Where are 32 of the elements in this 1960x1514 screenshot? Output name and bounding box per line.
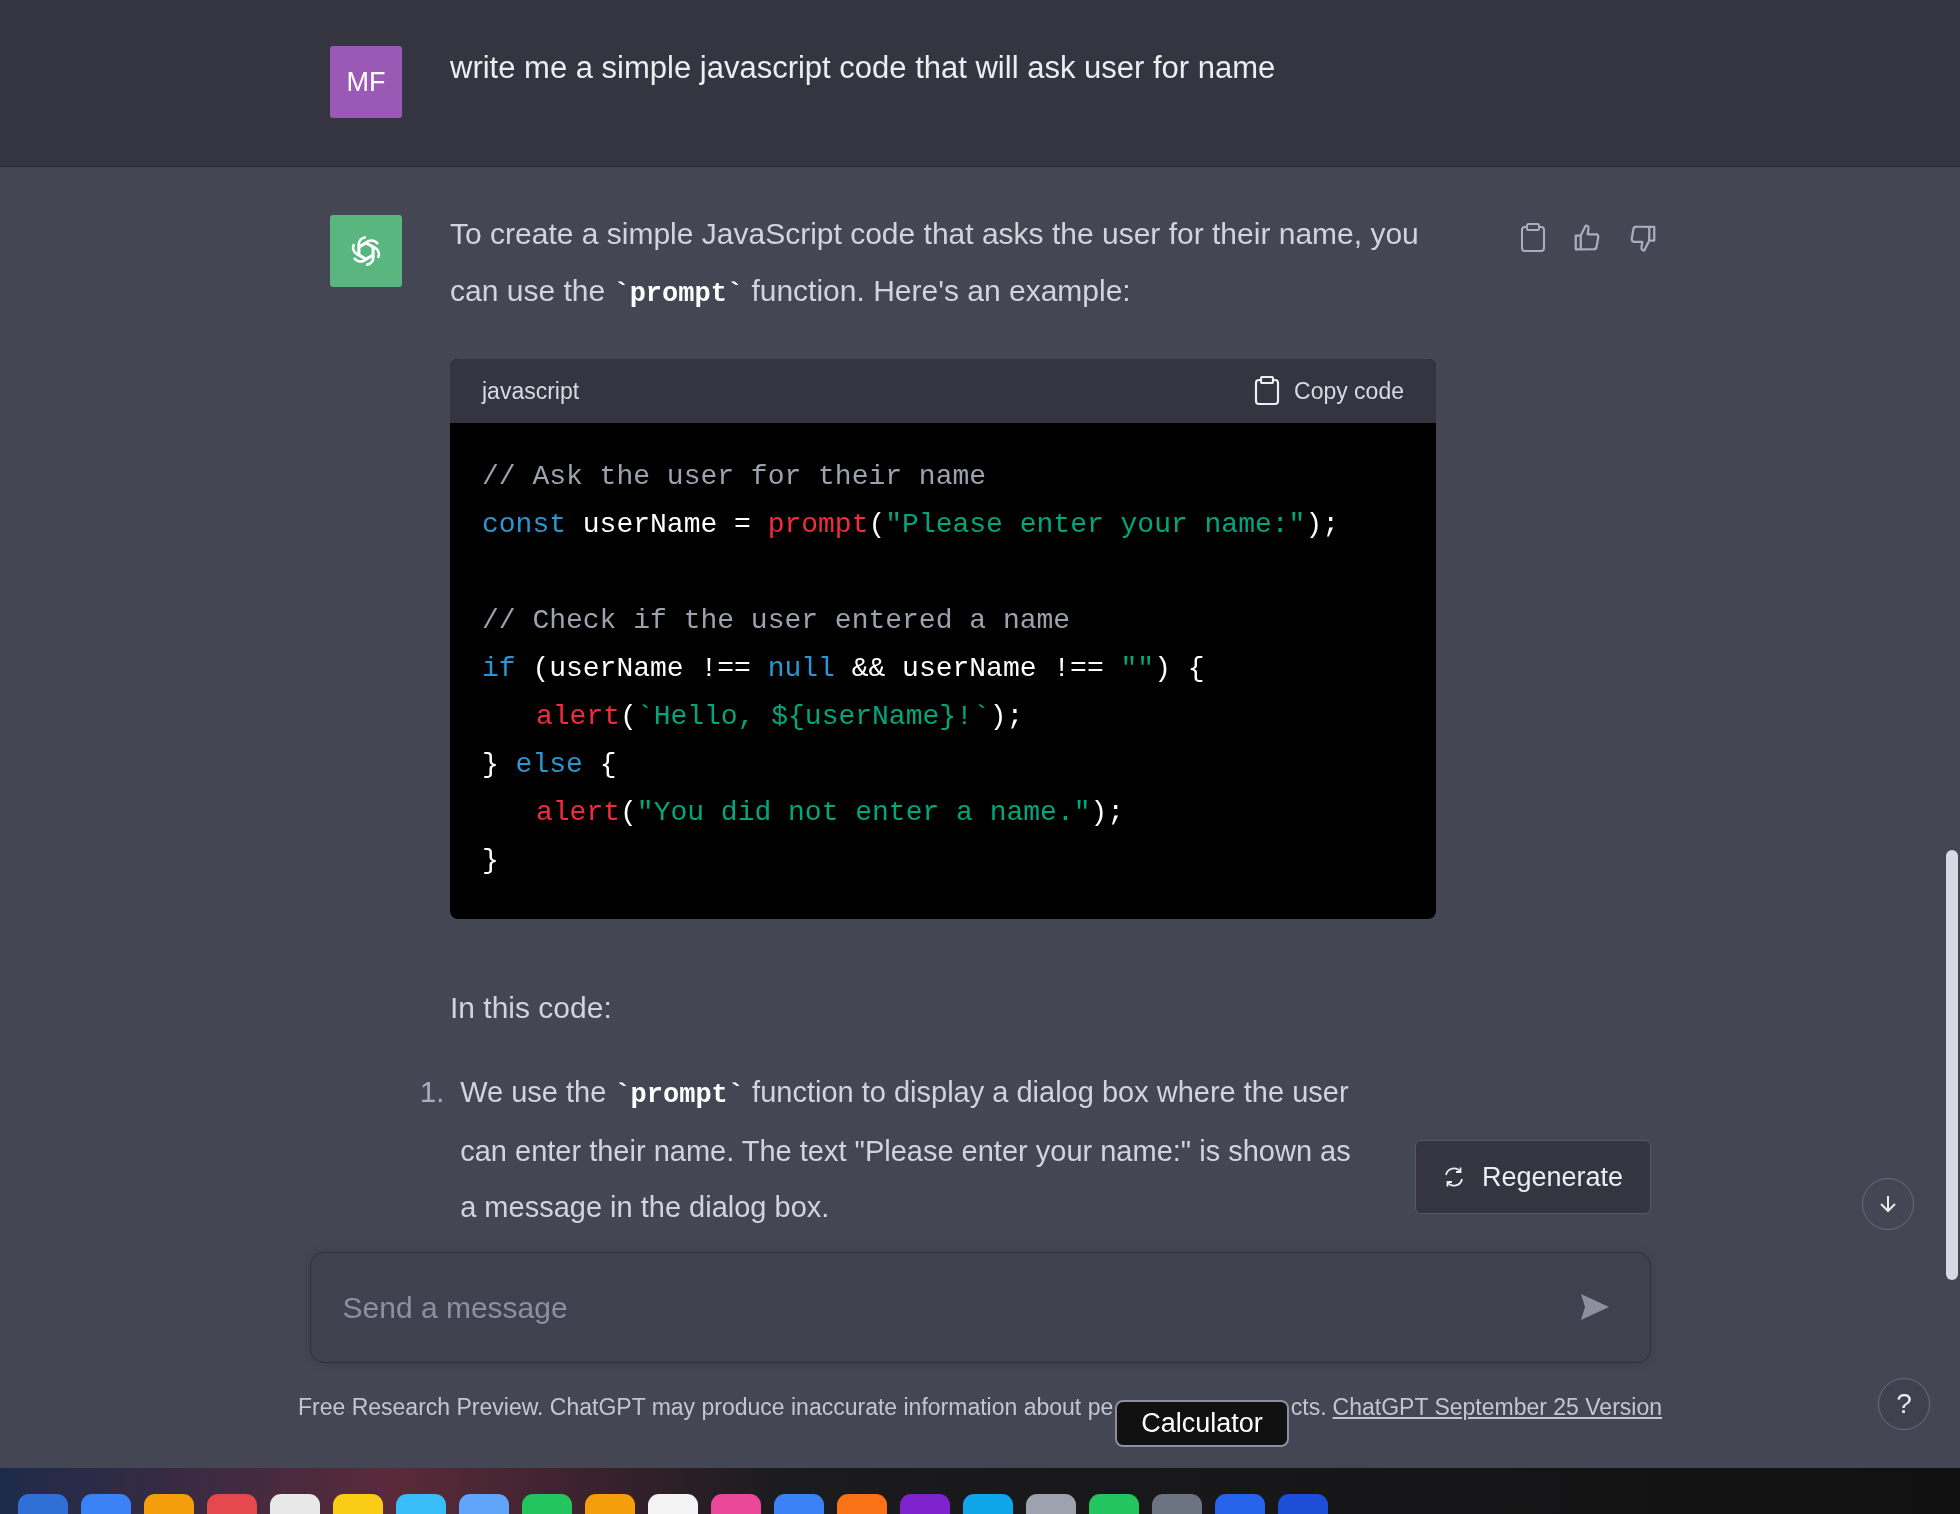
- list-item-text: We use the `prompt` function to display a dialog box where the user can enter their name. The text "Please enter your name:" is shown as a message in the dialog box.: [460, 1075, 1352, 1225]
- user-message: write me a simple javascript code that will ask user for name: [450, 49, 1276, 87]
- regenerate-button[interactable]: Regenerate: [1414, 1140, 1651, 1214]
- footer-text: cts.: [1290, 1393, 1327, 1421]
- code-language: javascript: [482, 377, 580, 405]
- message-input-field[interactable]: Send a message: [309, 1252, 1651, 1363]
- scroll-down-button[interactable]: [1862, 1178, 1914, 1230]
- clipboard-icon: [1254, 376, 1281, 406]
- code-line: // Check if the user entered a name: [482, 604, 1071, 638]
- assistant-avatar-icon: [330, 215, 402, 287]
- version-link[interactable]: ChatGPT September 25 Version: [1332, 1393, 1662, 1421]
- user-avatar: MF: [330, 46, 402, 118]
- code-line: alert(`Hello, ${userName}!`);: [536, 700, 1024, 734]
- assistant-message: To create a simple JavaScript code that asks the user for their name, you can use the `prompt` function. Here's an example:: [450, 216, 1420, 311]
- calculator-tooltip: Calculator: [1115, 1399, 1289, 1447]
- code-line: }: [482, 844, 499, 878]
- body-text: In this code:: [450, 990, 613, 1026]
- list-number: 1.: [420, 1075, 445, 1110]
- code-line: } else {: [482, 748, 617, 782]
- code-line: alert("You did not enter a name.");: [536, 796, 1125, 830]
- copy-code-button[interactable]: Copy code: [1254, 376, 1404, 406]
- code-line: if (userName !== null && userName !== "") {: [482, 652, 1205, 686]
- code-line: // Ask the user for their name: [482, 460, 987, 494]
- arrow-down-icon: [1877, 1193, 1899, 1215]
- clipboard-icon[interactable]: [1520, 223, 1546, 253]
- thumbs-up-icon[interactable]: [1572, 223, 1602, 253]
- scrollbar[interactable]: [1946, 850, 1958, 1280]
- thumbs-down-icon[interactable]: [1628, 223, 1658, 253]
- help-button[interactable]: ?: [1878, 1378, 1930, 1430]
- footer-text: Free Research Preview. ChatGPT may produce inaccurate information about pe: [298, 1393, 1114, 1421]
- code-line: const userName = prompt("Please enter your name:");: [482, 508, 1339, 542]
- send-icon[interactable]: [1578, 1292, 1611, 1322]
